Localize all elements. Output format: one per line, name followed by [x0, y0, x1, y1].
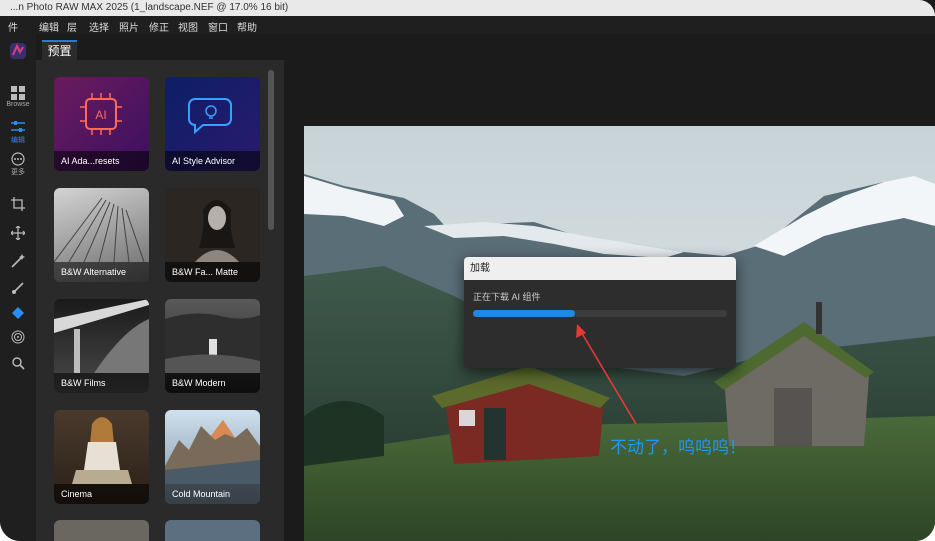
app-window: ...n Photo RAW MAX 2025 (1_landscape.NEF… — [0, 0, 935, 541]
crop-tool[interactable] — [0, 197, 36, 211]
eraser-tool[interactable] — [0, 306, 36, 320]
edit-label: 编辑 — [11, 137, 25, 144]
menu-edit[interactable]: 编辑 — [39, 19, 59, 34]
preset-tile-bw-films[interactable]: B&W Films — [54, 299, 149, 393]
zoom-icon — [12, 357, 25, 370]
preset-label: Cinema — [54, 484, 149, 504]
woman-sitting-image — [72, 417, 132, 484]
menu-layer[interactable]: 层 — [67, 19, 77, 34]
preset-label: Cold Mountain — [165, 484, 260, 504]
brush-icon — [12, 282, 24, 294]
ai-chip-icon: AI — [80, 93, 122, 135]
browse-tool[interactable]: Browse — [0, 86, 36, 108]
preset-tile-ai-adaptive[interactable]: AI AI Ada...resets — [54, 77, 149, 171]
zoom-tool[interactable] — [0, 356, 36, 370]
more-icon — [11, 152, 25, 166]
sliders-icon — [11, 121, 25, 132]
move-icon — [11, 226, 25, 240]
svg-text:AI: AI — [95, 108, 106, 122]
tool-rail: Browse 编辑 更多 — [0, 34, 36, 541]
menu-select[interactable]: 选择 — [89, 19, 109, 34]
annotation-text: 不动了，呜呜呜！ — [610, 438, 746, 457]
more-label: 更多 — [11, 169, 25, 176]
preset-tile-partial[interactable] — [165, 520, 260, 541]
browse-label: Browse — [6, 101, 30, 108]
chat-bulb-icon — [188, 98, 232, 135]
fingerprint-icon — [11, 330, 25, 344]
clone-tool[interactable] — [0, 330, 36, 344]
menu-adjust[interactable]: 修正 — [149, 19, 169, 34]
grid-icon — [11, 86, 25, 100]
preset-label: B&W Fa... Matte — [165, 262, 260, 282]
magic-wand-icon — [11, 254, 25, 268]
bw-architecture-image — [54, 197, 145, 263]
menu-file[interactable]: 件 — [8, 19, 18, 34]
edit-tool[interactable]: 编辑 — [0, 120, 36, 145]
preset-label: B&W Films — [54, 373, 149, 393]
preset-tile-cinema[interactable]: Cinema — [54, 410, 149, 504]
menu-photo[interactable]: 照片 — [119, 19, 139, 34]
window-title: ...n Photo RAW MAX 2025 (1_landscape.NEF… — [10, 2, 289, 13]
menu-bar: 件 编辑 层 选择 照片 修正 视图 窗口 帮助 — [0, 16, 935, 34]
preset-label: AI Style Advisor — [165, 151, 260, 171]
crop-icon — [11, 197, 25, 211]
eraser-icon — [12, 307, 24, 319]
more-tool[interactable]: 更多 — [0, 152, 36, 177]
menu-view[interactable]: 视图 — [178, 19, 198, 34]
brush-tool[interactable] — [0, 281, 36, 295]
title-bar: ...n Photo RAW MAX 2025 (1_landscape.NEF… — [0, 0, 935, 16]
preset-label: B&W Alternative — [54, 262, 149, 282]
loading-dialog: 加载 正在下载 AI 组件 — [464, 257, 736, 368]
preset-label: B&W Modern — [165, 373, 260, 393]
menu-help[interactable]: 帮助 — [237, 19, 257, 34]
dialog-message: 正在下载 AI 组件 — [473, 292, 541, 302]
presets-scroll-thumb[interactable] — [268, 70, 274, 230]
tab-presets[interactable]: 预置 — [42, 40, 77, 60]
download-progress-bar — [473, 310, 727, 317]
dialog-title: 加载 — [464, 257, 736, 280]
move-tool[interactable] — [0, 226, 36, 240]
preset-tile-ai-style-advisor[interactable]: AI Style Advisor — [165, 77, 260, 171]
preset-tile-bw-fade-matte[interactable]: B&W Fa... Matte — [165, 188, 260, 282]
preset-tile-bw-modern[interactable]: B&W Modern — [165, 299, 260, 393]
preset-tile-bw-alternative[interactable]: B&W Alternative — [54, 188, 149, 282]
download-progress-fill — [473, 310, 575, 317]
bw-portrait-image — [195, 200, 239, 262]
menu-window[interactable]: 窗口 — [208, 19, 228, 34]
preset-tile-partial[interactable] — [54, 520, 149, 541]
bw-bridge-image — [54, 299, 149, 373]
bw-waterfall-image — [165, 313, 260, 373]
preset-label: AI Ada...resets — [54, 151, 149, 171]
app-logo — [0, 42, 36, 60]
magic-wand-tool[interactable] — [0, 254, 36, 268]
preset-tile-cold-mountain[interactable]: Cold Mountain — [165, 410, 260, 504]
mountain-peaks-image — [165, 420, 260, 484]
